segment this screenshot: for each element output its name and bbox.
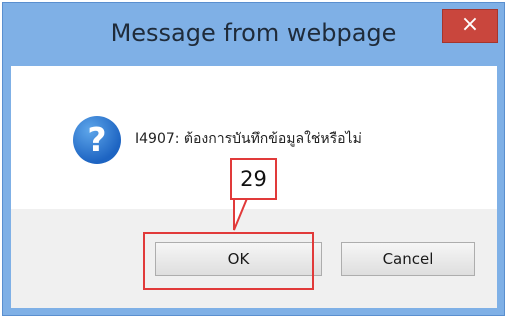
- close-button[interactable]: ×: [442, 9, 498, 43]
- step-callout: 29: [230, 158, 277, 200]
- close-icon: ×: [460, 12, 480, 37]
- callout-pointer: [233, 194, 250, 231]
- question-icon: ?: [73, 116, 121, 164]
- message-text: I4907: ต้องการบันทึกข้อมูลใช่หรือไม่: [135, 131, 362, 147]
- cancel-button[interactable]: Cancel: [341, 242, 475, 276]
- dialog-title: Message from webpage: [110, 19, 397, 47]
- ok-button-highlight: [143, 232, 314, 290]
